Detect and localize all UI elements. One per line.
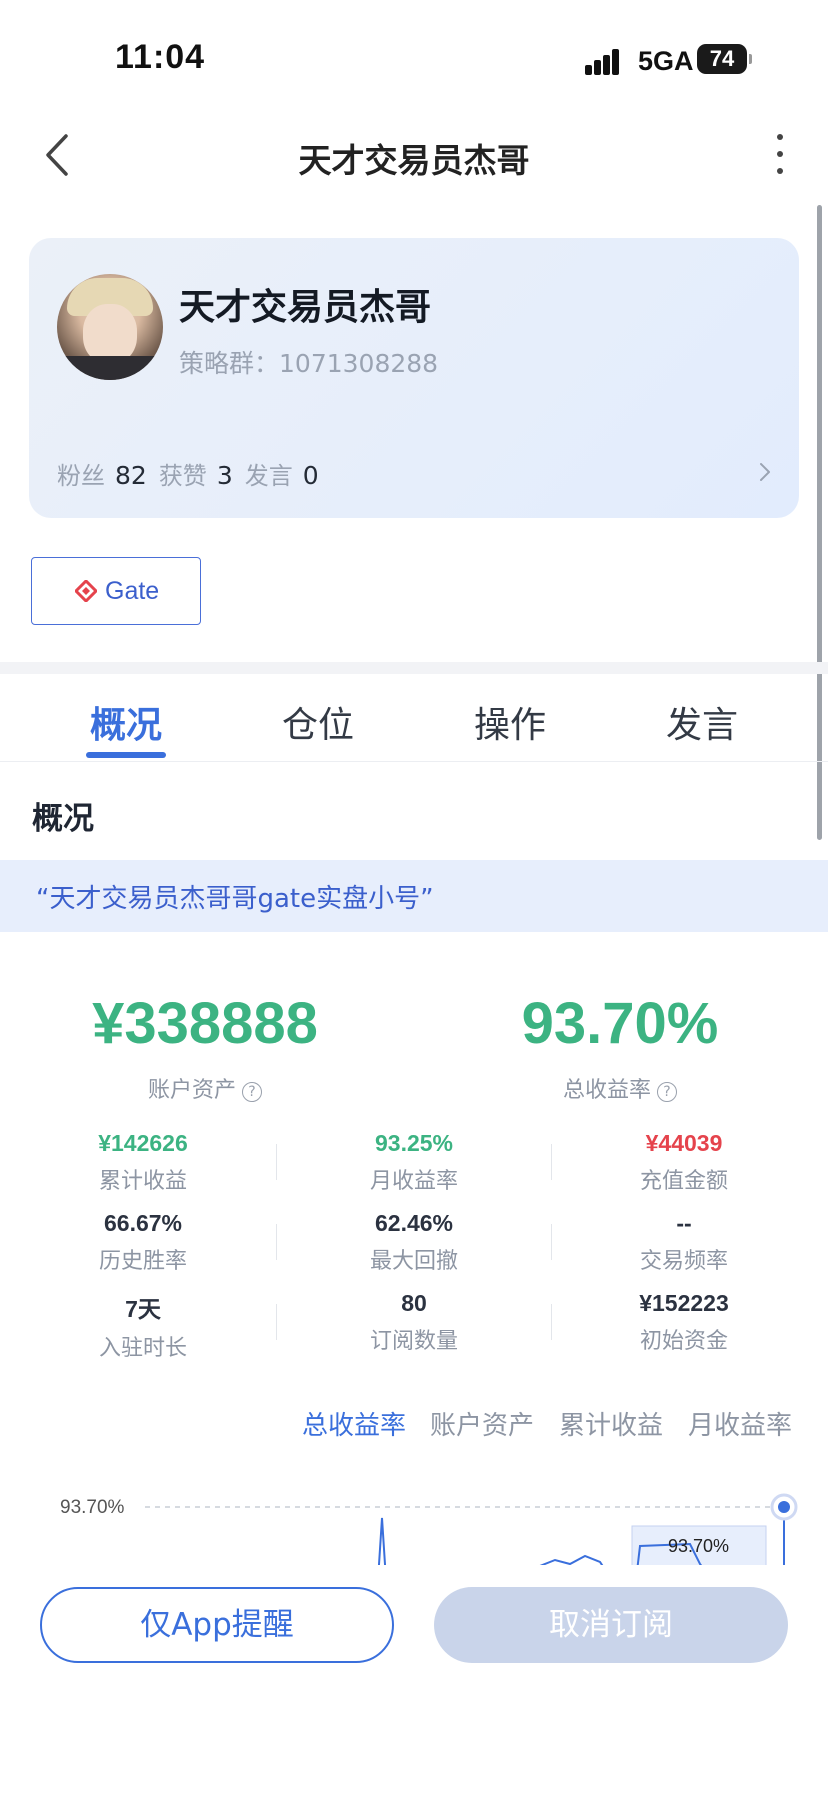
tab-posts[interactable]: 发言: [622, 696, 782, 748]
strategy-group-id: 1071308288: [279, 349, 439, 378]
stat-value: --: [676, 1210, 692, 1236]
account-assets-label: 账户资产?: [60, 1072, 350, 1104]
fans-count: 82: [115, 461, 147, 490]
total-return-label: 总收益率?: [480, 1072, 760, 1104]
chart-tab-account-assets[interactable]: 账户资产: [430, 1405, 534, 1442]
unsubscribe-button[interactable]: 取消订阅: [434, 1587, 788, 1663]
stat-cell: 66.67% 历史胜率: [33, 1210, 253, 1275]
stat-value: ¥44039: [645, 1130, 723, 1156]
bottom-action-bar: 仅App提醒 取消订阅: [0, 1565, 828, 1800]
chart-y-max-label: 93.70%: [60, 1497, 125, 1518]
profile-name: 天才交易员杰哥: [179, 287, 432, 328]
posts-label: 发言: [244, 462, 293, 490]
chart-tooltip-value: 93.70%: [668, 1536, 729, 1556]
account-assets-text: 账户资产: [147, 1078, 236, 1103]
account-assets-value: ¥338888: [92, 991, 318, 1056]
stat-cell: -- 交易频率: [574, 1210, 794, 1275]
stat-label: 充值金额: [639, 1169, 728, 1194]
tab-bar: 概况 仓位 操作 发言: [0, 690, 828, 762]
app-only-alert-button[interactable]: 仅App提醒: [40, 1587, 394, 1663]
stat-label: 累计收益: [98, 1169, 187, 1194]
stat-label: 订阅数量: [369, 1329, 458, 1354]
stat-cell: ¥44039 充值金额: [574, 1130, 794, 1195]
stat-label: 月收益率: [369, 1169, 458, 1194]
exchange-gate-button[interactable]: Gate: [31, 557, 201, 625]
stat-label: 最大回撤: [369, 1249, 458, 1274]
tab-active-indicator: [86, 752, 166, 758]
strategy-group-label: 策略群：: [179, 349, 280, 378]
status-bar: 11:04 5GA 74: [0, 0, 828, 110]
stat-cell: ¥152223 初始资金: [574, 1290, 794, 1355]
stat-value: 62.46%: [374, 1210, 453, 1236]
likes-label: 获赞: [158, 462, 207, 490]
stat-divider: [551, 1304, 552, 1340]
stat-value: 66.67%: [103, 1210, 182, 1236]
gate-logo-icon: [75, 580, 97, 602]
chevron-right-icon[interactable]: [757, 460, 773, 484]
stat-label: 历史胜率: [98, 1249, 187, 1274]
stat-divider: [276, 1144, 277, 1180]
stat-divider: [276, 1224, 277, 1260]
stat-label: 交易频率: [639, 1249, 728, 1274]
page-title: 天才交易员杰哥: [298, 141, 530, 180]
stat-cell: ¥142626 累计收益: [33, 1130, 253, 1195]
fans-label: 粉丝: [57, 462, 105, 490]
battery-icon: 74: [697, 44, 752, 74]
nav-bar: 天才交易员杰哥: [0, 110, 828, 200]
stat-cell: 93.25% 月收益率: [304, 1130, 524, 1195]
help-icon[interactable]: ?: [242, 1082, 262, 1102]
tab-overview[interactable]: 概况: [46, 696, 206, 748]
chart-tab-cumulative-return[interactable]: 累计收益: [559, 1405, 663, 1442]
stat-cell: 80 订阅数量: [304, 1290, 524, 1355]
help-icon[interactable]: ?: [657, 1082, 677, 1102]
stat-label: 初始资金: [639, 1329, 728, 1354]
stat-divider: [276, 1304, 277, 1340]
strategy-group: 策略群：1071308288: [179, 344, 438, 380]
chart-cursor-dot: [778, 1501, 790, 1513]
stat-divider: [551, 1144, 552, 1180]
chart-tab-total-return[interactable]: 总收益率: [302, 1405, 406, 1442]
total-return-value: 93.70%: [521, 991, 719, 1056]
section-title: 概况: [32, 801, 94, 837]
stat-value: 80: [401, 1290, 427, 1316]
profile-card[interactable]: 天才交易员杰哥 策略群：1071308288 粉丝 82 获赞 3 发言 0: [29, 238, 799, 518]
tab-positions[interactable]: 仓位: [238, 696, 398, 748]
posts-count: 0: [302, 461, 319, 490]
signal-icon: [585, 47, 629, 75]
stat-cell: 62.46% 最大回撤: [304, 1210, 524, 1275]
network-label: 5GA: [638, 46, 694, 76]
avatar[interactable]: [57, 274, 163, 380]
chart-tab-monthly-return[interactable]: 月收益率: [688, 1405, 792, 1442]
more-icon[interactable]: [774, 132, 786, 178]
section-divider: [0, 662, 828, 674]
stat-value: ¥142626: [98, 1130, 188, 1156]
status-time: 11:04: [115, 38, 206, 76]
quote-text: “天才交易员杰哥哥gate实盘小号”: [36, 884, 434, 914]
stat-label: 入驻时长: [98, 1336, 187, 1361]
stat-value: ¥152223: [639, 1290, 729, 1316]
strategy-quote: “天才交易员杰哥哥gate实盘小号”: [0, 860, 828, 932]
stat-divider: [551, 1224, 552, 1260]
stat-value: 93.25%: [374, 1130, 453, 1156]
profile-stats: 粉丝 82 获赞 3 发言 0: [57, 456, 331, 491]
exchange-label: Gate: [105, 577, 160, 605]
stat-cell: 7天入驻时长: [33, 1290, 253, 1362]
tab-operations[interactable]: 操作: [430, 696, 590, 748]
stat-value: 7天: [125, 1296, 161, 1322]
likes-count: 3: [216, 461, 233, 490]
total-return-text: 总收益率: [562, 1078, 651, 1103]
